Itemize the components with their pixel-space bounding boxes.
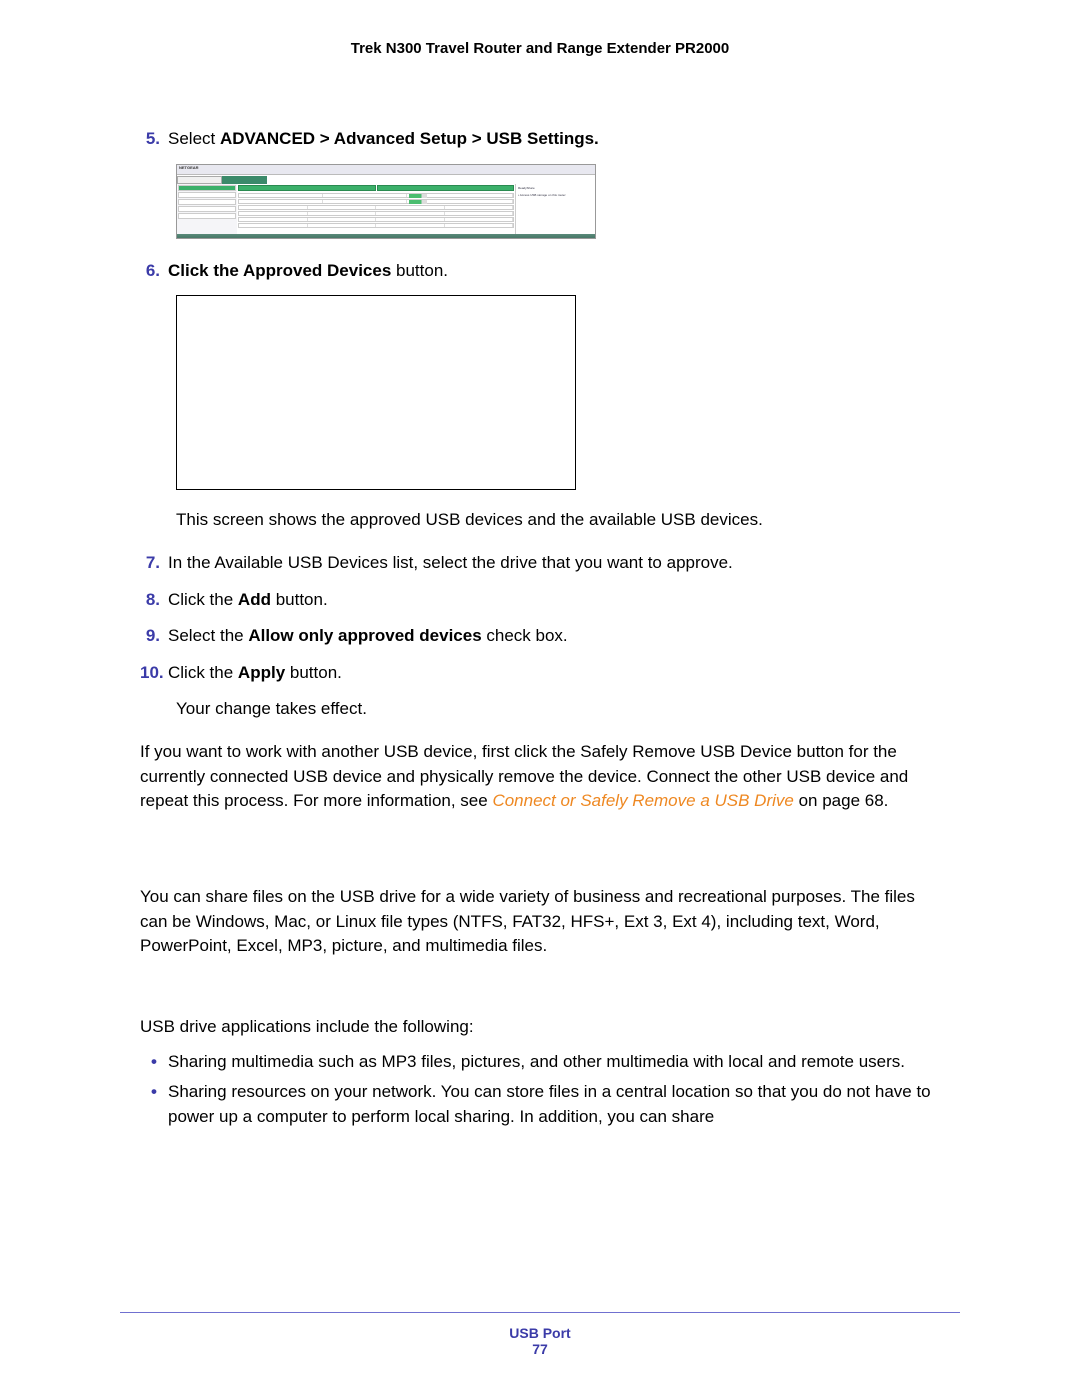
step-text: Select the Allow only approved devices c… [168, 624, 940, 649]
step-10: 10. Click the Apply button. [140, 661, 940, 686]
file-sharing-description: You can share files on the USB drive for… [140, 885, 940, 959]
link-connect-safely-remove[interactable]: Connect or Safely Remove a USB Drive [492, 791, 793, 810]
step-text: Select ADVANCED > Advanced Setup > USB S… [168, 127, 940, 152]
step-text: Click the Apply button. [168, 661, 940, 686]
step-number: 9. [140, 624, 168, 649]
step-6: 6. Click the Approved Devices button. [140, 259, 940, 284]
step-number: 7. [140, 551, 168, 576]
applications-list: • Sharing multimedia such as MP3 files, … [140, 1050, 940, 1130]
footer-section: USB Port [0, 1325, 1080, 1341]
usb-settings-screenshot: NETGEAR [176, 164, 596, 239]
step-8: 8. Click the Add button. [140, 588, 940, 613]
step-number: 5. [140, 127, 168, 152]
bullet-text: Sharing multimedia such as MP3 files, pi… [168, 1050, 940, 1075]
step-text: Click the Add button. [168, 588, 940, 613]
step-text: In the Available USB Devices list, selec… [168, 551, 940, 576]
usb-device-note: If you want to work with another USB dev… [140, 740, 940, 814]
bullet-item: • Sharing multimedia such as MP3 files, … [140, 1050, 940, 1075]
bullet-text: Sharing resources on your network. You c… [168, 1080, 940, 1129]
bullet-dot-icon: • [140, 1050, 168, 1075]
page-footer: USB Port 77 [0, 1312, 1080, 1357]
step-10-result: Your change takes effect. [176, 697, 940, 722]
step-number: 8. [140, 588, 168, 613]
step-5: 5. Select ADVANCED > Advanced Setup > US… [140, 127, 940, 152]
page-header-title: Trek N300 Travel Router and Range Extend… [140, 40, 940, 57]
step-6-description: This screen shows the approved USB devic… [176, 508, 940, 533]
step-7: 7. In the Available USB Devices list, se… [140, 551, 940, 576]
approved-devices-screenshot [176, 295, 576, 490]
step-text: Click the Approved Devices button. [168, 259, 940, 284]
footer-page-number: 77 [0, 1341, 1080, 1357]
step-number: 6. [140, 259, 168, 284]
applications-intro: USB drive applications include the follo… [140, 1015, 940, 1040]
step-9: 9. Select the Allow only approved device… [140, 624, 940, 649]
step-number: 10. [140, 661, 168, 686]
bullet-dot-icon: • [140, 1080, 168, 1129]
bullet-item: • Sharing resources on your network. You… [140, 1080, 940, 1129]
